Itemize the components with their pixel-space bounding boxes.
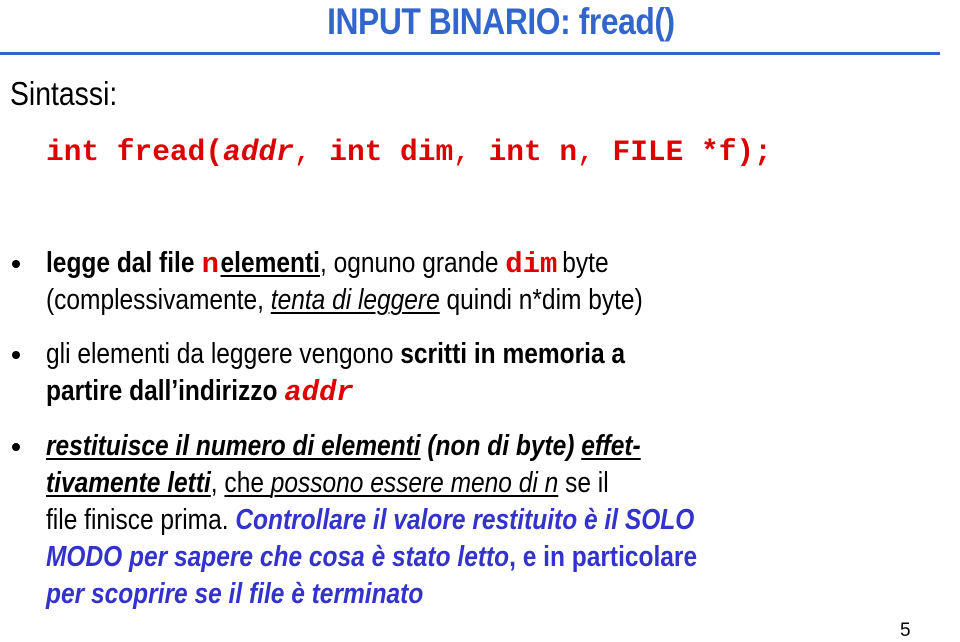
code-addr: addr: [284, 376, 354, 409]
bullet-text: ,: [210, 467, 225, 499]
bullet-item-1-line-2: (complessivamente, tenta di leggere quin…: [46, 282, 958, 318]
bullet-item-3-line-5: per scoprire se il file è terminato: [46, 576, 958, 612]
signature-param-addr: addr: [223, 135, 294, 169]
bullet-text-emphasis: effet-: [581, 430, 641, 462]
function-signature: int fread(addr, int dim, int n, FILE *f)…: [46, 134, 772, 170]
bullet-text: (complessivamente,: [46, 284, 271, 316]
bullet-text-emphasis: possono essere meno di n: [270, 467, 559, 499]
signature-comma: ,: [453, 135, 471, 169]
signature-part: int fread(: [46, 135, 224, 169]
code-dim: dim: [505, 248, 558, 281]
code-n: n: [201, 248, 219, 281]
bullet-text-underlined: che: [224, 467, 271, 499]
bullet-dot-icon: [12, 443, 20, 451]
syntax-label: Sintassi:: [10, 75, 118, 112]
bullet-dot-icon: [12, 351, 20, 359]
callout-text: MODO per sapere che cosa è stato letto: [46, 541, 510, 573]
bullet-text: se il: [558, 467, 609, 499]
bullet-item-2-line-1: gli elementi da leggere vengono scritti …: [46, 336, 958, 372]
signature-param-n: int n: [470, 135, 578, 169]
bullet-item-3-line-3: file finisce prima. Controllare il valor…: [46, 502, 958, 538]
callout-text: Controllare il valore restituito è il SO…: [235, 504, 695, 536]
callout-text: per scoprire se il file è terminato: [46, 578, 424, 610]
bullet-item-3-line-4: MODO per sapere che cosa è stato letto, …: [46, 539, 958, 575]
callout-text: , e in particolare: [509, 541, 698, 573]
bullet-text-emphasis: restituisce il numero di elementi: [46, 430, 421, 462]
signature-param-dim: int dim: [311, 135, 454, 169]
bullet-text: , ognuno grande: [319, 247, 506, 279]
bullet-item-1-line-1: legge dal file nelementi, ognuno grande …: [46, 245, 958, 283]
bullet-item-3-line-1: restituisce il numero di elementi (non d…: [46, 428, 958, 464]
bullet-text: byte: [562, 247, 609, 279]
bullet-dot-icon: [12, 260, 20, 268]
title-divider: [0, 52, 940, 55]
signature-comma: ,: [293, 135, 312, 169]
bullet-text: gli elementi da leggere vengono: [46, 338, 401, 370]
bullet-text: quindi n*dim byte): [439, 284, 643, 316]
page-number: 5: [900, 620, 911, 641]
slide-title: INPUT BINARIO: fread(): [327, 1, 675, 42]
bullet-text-emphasis: tivamente letti: [46, 467, 211, 499]
bullet-item-2-line-2: partire dall’indirizzo addr: [46, 373, 958, 411]
bullet-text-emphasis: scritti in memoria a: [400, 338, 626, 370]
bullet-text-emphasis: (non di byte): [420, 430, 582, 462]
bullet-text: legge dal file: [46, 247, 202, 279]
bullet-item-3-line-2: tivamente letti, che possono essere meno…: [46, 465, 958, 501]
bullet-text-emphasis: tenta di leggere: [270, 284, 440, 316]
signature-comma: ,: [577, 135, 595, 169]
bullet-text-emphasis: partire dall’indirizzo: [46, 375, 285, 407]
bullet-text-emphasis: elementi: [220, 247, 320, 279]
signature-param-file: FILE *f);: [594, 135, 772, 169]
bullet-text: file finisce prima.: [46, 504, 236, 536]
